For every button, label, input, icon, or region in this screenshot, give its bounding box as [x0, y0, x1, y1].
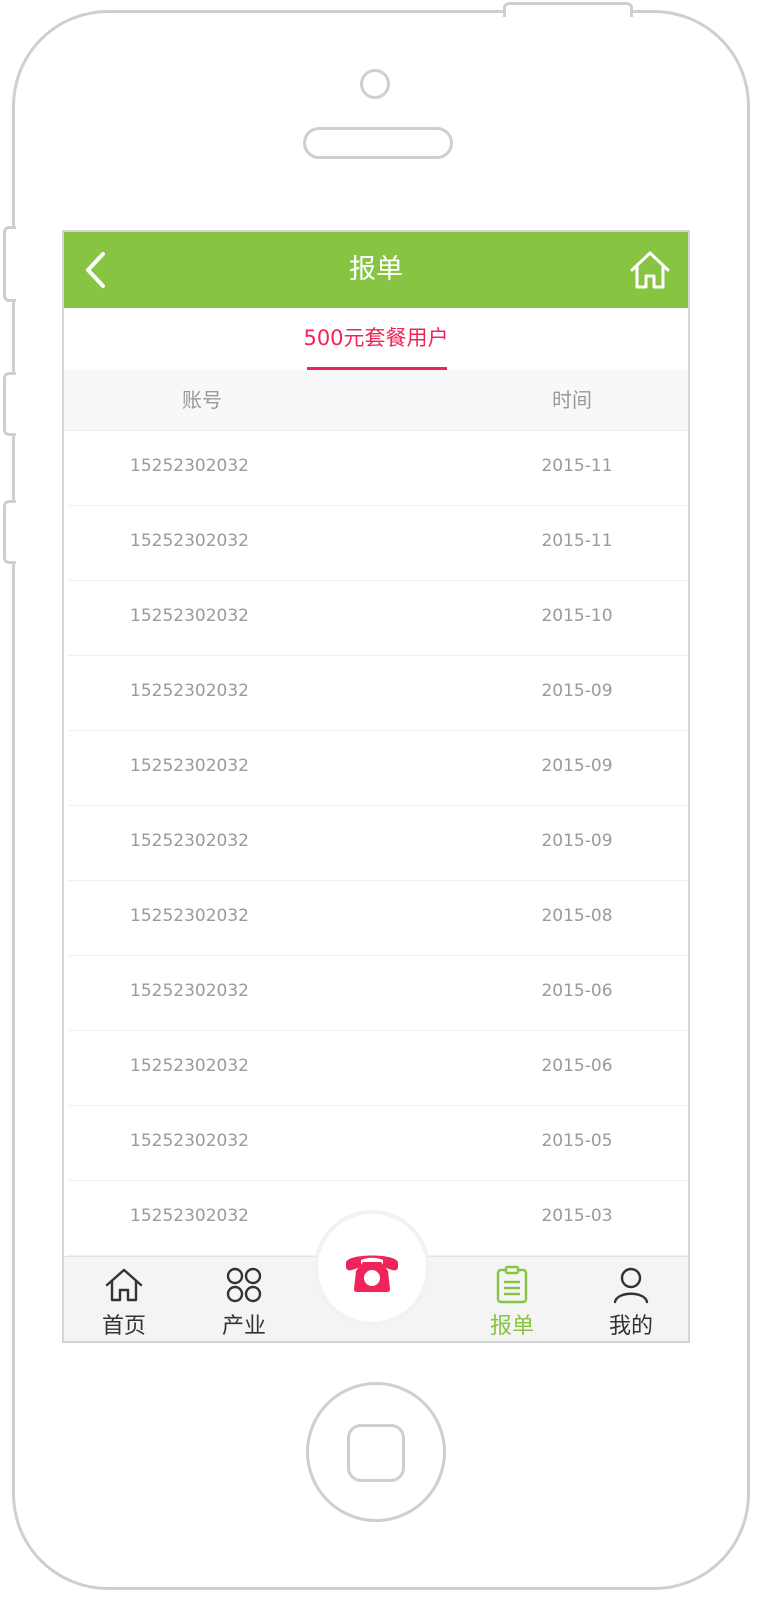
nav-item-report[interactable]: 报单	[472, 1265, 552, 1340]
account-cell: 15252302032	[130, 1131, 249, 1151]
table-row[interactable]: 15252302032 2015-05	[68, 1106, 688, 1181]
tab-500-package-users[interactable]: 500元套餐用户	[64, 322, 688, 352]
home-button[interactable]	[628, 248, 672, 292]
nav-label: 产业	[221, 1314, 266, 1339]
user-icon	[613, 1267, 649, 1304]
table-row[interactable]: 15252302032 2015-11	[68, 506, 688, 581]
power-button	[503, 2, 633, 17]
table-row[interactable]: 15252302032 2015-06	[68, 1031, 688, 1106]
time-cell: 2015-08	[541, 906, 613, 926]
account-cell: 15252302032	[130, 831, 249, 851]
phone-icon	[346, 1255, 398, 1292]
nav-item-industry[interactable]: 产业	[204, 1265, 284, 1340]
call-button[interactable]	[314, 1210, 430, 1326]
earpiece-speaker	[303, 127, 453, 159]
account-cell: 15252302032	[130, 531, 249, 551]
table-row[interactable]: 15252302032 2015-06	[68, 956, 688, 1031]
account-cell: 15252302032	[130, 906, 249, 926]
grid-icon	[226, 1267, 262, 1303]
account-cell: 15252302032	[130, 756, 249, 776]
volume-up-button	[3, 372, 16, 436]
home-icon	[105, 1268, 143, 1302]
nav-label: 报单	[489, 1314, 534, 1339]
navbar: 报单	[64, 232, 688, 308]
nav-label: 首页	[101, 1314, 146, 1339]
account-cell: 15252302032	[130, 981, 249, 1001]
time-cell: 2015-06	[541, 981, 613, 1001]
volume-down-button	[3, 500, 16, 564]
time-cell: 2015-03	[541, 1206, 613, 1226]
nav-label: 我的	[608, 1314, 653, 1339]
home-icon	[630, 251, 670, 289]
app-screen: 报单 500元套餐用户 账号 时间 15252302032 2015-11 152…	[62, 230, 690, 1343]
table-row[interactable]: 15252302032 2015-08	[68, 881, 688, 956]
account-cell: 15252302032	[130, 606, 249, 626]
table-header: 账号 时间	[64, 370, 688, 431]
front-camera	[360, 69, 390, 99]
time-cell: 2015-10	[541, 606, 613, 626]
time-cell: 2015-09	[541, 756, 613, 776]
time-cell: 2015-11	[541, 531, 613, 551]
time-cell: 2015-05	[541, 1131, 613, 1151]
time-cell: 2015-09	[541, 681, 613, 701]
clipboard-icon	[496, 1265, 528, 1304]
column-header-time: 时间	[552, 388, 592, 412]
nav-item-home[interactable]: 首页	[84, 1265, 164, 1340]
table-row[interactable]: 15252302032 2015-11	[68, 431, 688, 506]
device-home-button-square	[347, 1424, 405, 1482]
nav-item-mine[interactable]: 我的	[591, 1265, 671, 1340]
table-row[interactable]: 15252302032 2015-09	[68, 731, 688, 806]
account-cell: 15252302032	[130, 1206, 249, 1226]
mute-switch	[3, 226, 16, 302]
table-row[interactable]: 15252302032 2015-09	[68, 806, 688, 881]
time-cell: 2015-09	[541, 831, 613, 851]
table-row[interactable]: 15252302032 2015-09	[68, 656, 688, 731]
column-header-account: 账号	[182, 388, 222, 412]
time-cell: 2015-11	[541, 456, 613, 476]
account-cell: 15252302032	[130, 681, 249, 701]
table-row[interactable]: 15252302032 2015-10	[68, 581, 688, 656]
table-body: 15252302032 2015-11 15252302032 2015-11 15…	[64, 431, 688, 1256]
tab-bar: 500元套餐用户	[64, 308, 688, 370]
account-cell: 15252302032	[130, 456, 249, 476]
account-cell: 15252302032	[130, 1056, 249, 1076]
time-cell: 2015-06	[541, 1056, 613, 1076]
page-title: 报单	[349, 254, 403, 285]
